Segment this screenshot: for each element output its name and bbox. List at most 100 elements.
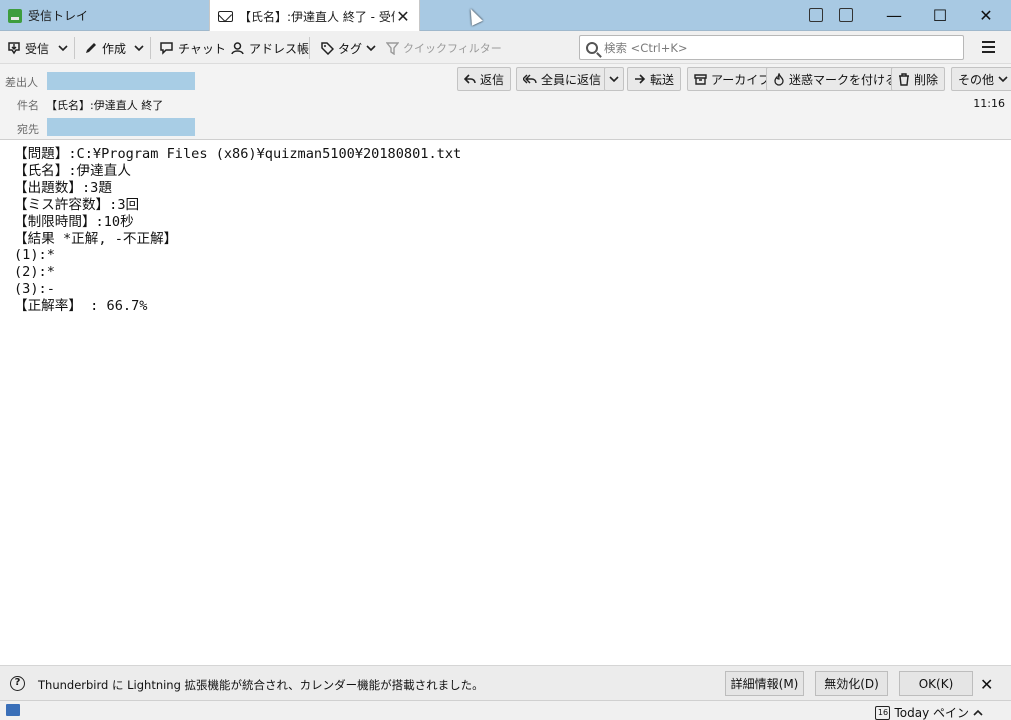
- notification-bar: ? Thunderbird に Lightning 拡張機能が統合され、カレンダ…: [0, 665, 1011, 700]
- reply-all-dropdown[interactable]: [604, 67, 624, 91]
- subject-label: 件名: [17, 99, 39, 112]
- body-line: 【ミス許容数】:3回: [14, 196, 140, 213]
- archive-box-icon: [694, 74, 707, 85]
- chevron-up-icon: [973, 709, 983, 716]
- junk-button[interactable]: 迷惑マークを付ける: [766, 67, 905, 91]
- hamburger-menu-icon[interactable]: [982, 41, 995, 53]
- tasks-tab-icon[interactable]: [839, 8, 853, 22]
- tab-close-icon[interactable]: ✕: [395, 7, 411, 26]
- today-pane-toggle[interactable]: 16 Today ペイン: [875, 704, 983, 720]
- reply-button[interactable]: 返信: [457, 67, 512, 91]
- body-line: 【制限時間】:10秒: [14, 213, 134, 230]
- quick-filter-label: クイックフィルター: [403, 42, 502, 55]
- body-line: (1):*: [14, 247, 55, 264]
- write-label: 作成: [102, 41, 127, 56]
- write-dropdown[interactable]: [134, 37, 144, 59]
- address-book-button[interactable]: アドレス帳: [230, 37, 309, 59]
- calendar-tab-icon[interactable]: [809, 8, 823, 22]
- pencil-icon: [86, 43, 96, 53]
- search-input[interactable]: 検索 <Ctrl+K>: [579, 35, 964, 60]
- body-line: 【問題】:C:¥Program Files (x86)¥quizman5100¥…: [14, 146, 462, 162]
- separator: [150, 37, 151, 59]
- envelope-icon: [218, 10, 233, 22]
- tab-inbox[interactable]: 受信トレイ: [0, 0, 208, 31]
- separator: [309, 37, 310, 59]
- chat-button[interactable]: チャット: [159, 37, 226, 59]
- tab-inbox-label: 受信トレイ: [28, 9, 89, 23]
- maximize-button[interactable]: ☐: [917, 0, 963, 31]
- reply-arrow-icon: [464, 74, 476, 84]
- reply-all-icon: [523, 74, 537, 84]
- body-line: (3):-: [14, 281, 55, 298]
- inbox-icon: [8, 8, 22, 23]
- to-label: 宛先: [17, 123, 39, 136]
- flame-icon: [774, 72, 784, 86]
- minimize-button[interactable]: —: [871, 0, 917, 31]
- chat-bubble-icon: [160, 42, 173, 55]
- reply-label: 返信: [480, 72, 505, 87]
- search-placeholder: 検索 <Ctrl+K>: [604, 40, 688, 55]
- body-line: 【出題数】:3題: [14, 179, 112, 196]
- message-body: 【問題】:C:¥Program Files (x86)¥quizman5100¥…: [14, 146, 461, 315]
- tab-message-label: 【氏名】:伊達直人 終了 - 受信: [239, 9, 395, 24]
- quick-filter-button[interactable]: クイックフィルター: [386, 37, 502, 59]
- chevron-down-icon: [366, 45, 376, 52]
- mouse-cursor-icon: [465, 6, 483, 26]
- get-mail-dropdown[interactable]: [58, 37, 68, 59]
- delete-button[interactable]: 削除: [891, 67, 946, 91]
- junk-label: 迷惑マークを付ける: [789, 72, 898, 87]
- message-time: 11:16: [973, 97, 1005, 110]
- chevron-down-icon: [134, 45, 144, 52]
- filter-icon: [386, 41, 399, 55]
- details-button[interactable]: 詳細情報(M): [725, 671, 804, 696]
- from-address-redacted[interactable]: [47, 72, 195, 90]
- tab-bar: 受信トレイ 【氏名】:伊達直人 終了 - 受信 ✕ — ☐ ✕: [0, 0, 1011, 32]
- ok-button[interactable]: OK(K): [899, 671, 973, 696]
- message-header: 差出人 件名 【氏名】:伊達直人 終了 宛先 返信 全員に返信 転送 アーカイブ…: [0, 64, 1011, 140]
- notification-text: Thunderbird に Lightning 拡張機能が統合され、カレンダー機…: [38, 678, 484, 692]
- address-book-label: アドレス帳: [249, 41, 310, 56]
- notification-close-icon[interactable]: ✕: [980, 675, 993, 694]
- delete-label: 削除: [914, 72, 939, 87]
- download-icon: [8, 42, 20, 55]
- search-icon: [586, 41, 598, 54]
- close-window-button[interactable]: ✕: [963, 0, 1009, 31]
- contacts-icon: [231, 42, 244, 55]
- calendar-icon: 16: [875, 705, 891, 720]
- tab-message[interactable]: 【氏名】:伊達直人 終了 - 受信 ✕: [209, 0, 420, 32]
- subject-value: 【氏名】:伊達直人 終了: [46, 99, 164, 112]
- get-mail-label: 受信: [25, 41, 50, 56]
- body-line: 【結果 *正解, -不正解】: [14, 230, 178, 247]
- reply-all-button[interactable]: 全員に返信: [516, 67, 607, 91]
- archive-button[interactable]: アーカイブ: [687, 67, 778, 91]
- chat-label: チャット: [178, 41, 226, 56]
- online-status-icon[interactable]: [6, 704, 20, 716]
- other-actions-button[interactable]: その他: [951, 67, 1011, 91]
- body-line: 【氏名】:伊達直人: [14, 162, 131, 179]
- to-address-redacted[interactable]: [47, 118, 195, 136]
- forward-button[interactable]: 転送: [627, 67, 682, 91]
- write-button[interactable]: 作成: [84, 37, 126, 59]
- body-line: (2):*: [14, 264, 55, 281]
- other-label: その他: [958, 72, 995, 87]
- trash-icon: [899, 72, 909, 86]
- status-bar: 16 Today ペイン: [0, 700, 1011, 720]
- body-line: 【正解率】 : 66.7%: [14, 298, 148, 315]
- chevron-down-icon: [998, 76, 1008, 83]
- tag-button[interactable]: タグ: [320, 37, 376, 59]
- chevron-down-icon: [58, 45, 68, 52]
- tag-icon: [321, 42, 334, 55]
- separator: [74, 37, 75, 59]
- from-label: 差出人: [5, 76, 38, 89]
- get-mail-button[interactable]: 受信: [7, 37, 49, 59]
- forward-label: 転送: [650, 72, 675, 87]
- main-toolbar: 受信 作成 チャット アドレス帳 タグ クイックフィルター 検索 <Ctrl+K…: [0, 31, 1011, 64]
- disable-button[interactable]: 無効化(D): [815, 671, 888, 696]
- question-icon: ?: [10, 676, 25, 691]
- forward-arrow-icon: [635, 74, 646, 84]
- reply-all-label: 全員に返信: [541, 72, 602, 87]
- today-pane-label: Today ペイン: [894, 706, 969, 720]
- tag-label: タグ: [338, 41, 363, 56]
- archive-label: アーカイブ: [711, 72, 771, 87]
- chevron-down-icon: [609, 76, 619, 83]
